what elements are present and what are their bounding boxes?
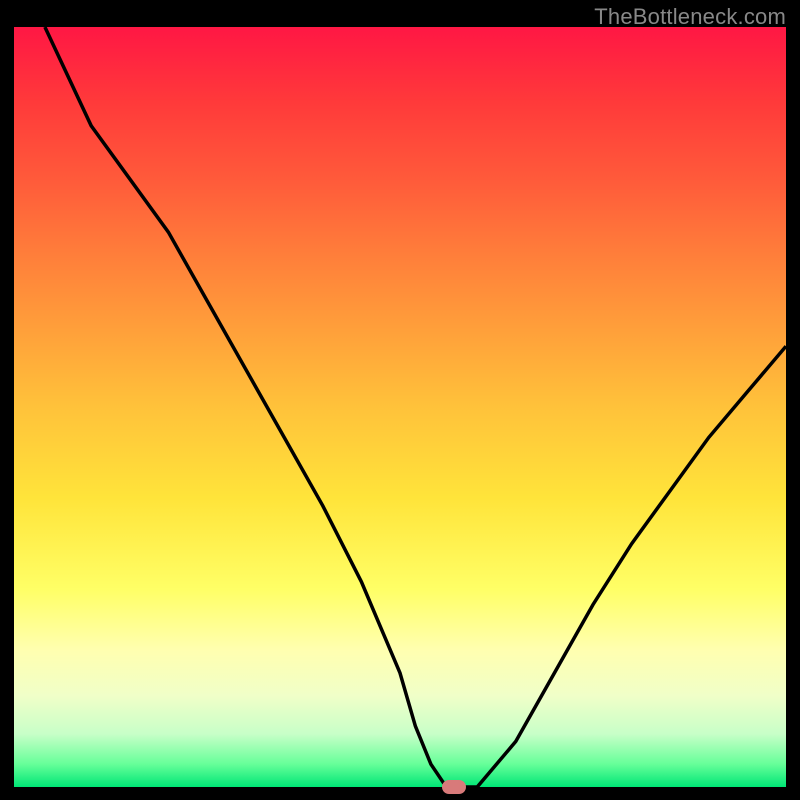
curve-line <box>45 27 786 787</box>
chart-plot-area <box>14 27 786 787</box>
optimal-point-marker <box>442 780 466 794</box>
bottleneck-curve <box>14 27 786 787</box>
